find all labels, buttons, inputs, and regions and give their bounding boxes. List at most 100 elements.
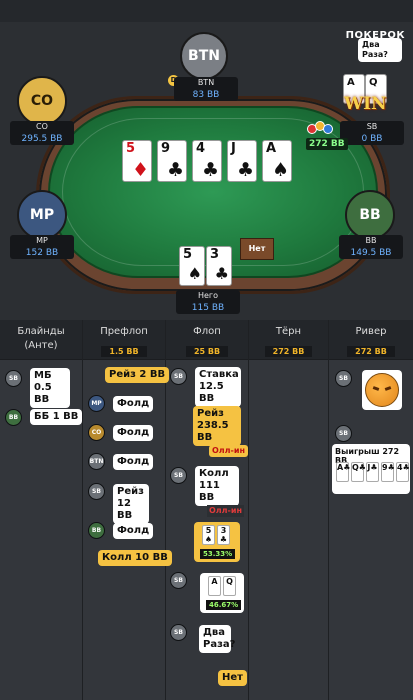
board-card-3-suit: ♣ [201,159,219,181]
river-sb-win-icon: SB [335,425,352,442]
board-card-4-suit: ♣ [236,159,254,181]
sb-card-1-rank: A [347,77,355,88]
preflop-co-icon: CO [88,424,105,441]
history-col-river-header: Ривер 272 BB [329,320,413,360]
seat-hero-stack: 115 BB [191,303,225,313]
preflop-action-1: Рейз 2 BB [105,367,170,383]
flop-sb-card-2: Q [223,576,236,596]
board-card-3: 4 ♣ [192,140,222,182]
seat-mp-avatar[interactable]: MP [17,190,67,240]
flop-sb-card-1: A [208,576,221,596]
flop-hero-card-1: 5 ♠ [202,525,215,545]
history-col-river-pot: 272 BB [347,346,395,357]
flop-sb-hand-icon: SB [170,572,187,589]
history-col-flop-title: Флоп [193,326,221,337]
hero-chat-bubble: Нет [240,238,274,260]
flop-sb-call-action: Колл 111 BB [195,466,239,506]
flop-sb-call-icon: SB [170,467,187,484]
seat-bb-name: BB [365,236,377,245]
board-card-4-rank: J [231,141,236,156]
board-card-5: A ♠ [262,140,292,182]
flop-sb-chat: Два Раза? [199,625,235,653]
hero-card-2: 3 ♣ [206,246,232,286]
flop-sb-equity: 46.67% [206,600,242,610]
blinds-bb-icon: BB [5,409,22,426]
seat-bb-avatar[interactable]: BB [345,190,395,240]
preflop-mp-action: Фолд [113,396,154,412]
board-card-2: 9 ♣ [157,140,187,182]
seat-co-name: CO [36,122,48,131]
board-card-2-suit: ♣ [166,159,184,181]
hero-card-1-suit: ♠ [187,264,202,283]
seat-sb-stack: 0 BB [361,134,383,144]
board-card-1-rank: 5 [126,141,136,156]
hero-card-1: 5 ♠ [179,246,205,286]
history-col-flop-header: Флоп 25 BB [166,320,248,360]
seat-co-stack: 295.5 BB [21,134,63,144]
pot-amount: 272 BB [306,138,348,150]
hero-card-2-rank: 3 [210,247,220,262]
blinds-sb-icon: SB [5,370,22,387]
preflop-co-action: Фолд [113,425,154,441]
seat-mp-label: MP [29,207,55,223]
seat-btn-avatar[interactable]: BTN [180,32,228,80]
seat-bb-stack: 149.5 BB [350,248,392,258]
river-win-card-1: A♣ [336,462,350,482]
board-card-1: 5 ♦ [122,140,152,182]
history-col-flop-pot: 25 BB [185,346,229,357]
seat-btn-name: BTN [197,78,215,87]
history-col-turn-title: Тёрн [275,326,302,337]
board-card-5-rank: A [266,141,277,156]
river-emoji-box [362,370,402,410]
seat-btn-label: BTN [188,48,220,64]
seat-mp-name: MP [36,236,48,245]
flop-raise-action: Рейз 238.5 BB [193,406,241,446]
flop-allin-tag-2: Олл-ин [207,505,244,517]
board-card-4: J ♣ [227,140,257,182]
history-col-turn: Тёрн 272 BB [249,320,329,700]
river-win-card-4: 9♣ [381,462,395,482]
history-col-preflop-title: Префлоп [100,326,148,337]
board-card-5-suit: ♠ [271,159,289,181]
history-col-preflop-pot: 1.5 BB [101,346,147,357]
preflop-bb-action: Фолд [113,523,154,539]
river-win-card-5: 4♣ [396,462,410,482]
flop-sb-chat-icon: SB [170,624,187,641]
preflop-btn-icon: BTN [88,453,105,470]
sb-win-badge: WIN [344,94,387,114]
history-col-blinds-header: Блайнды (Анте) [0,320,82,360]
preflop-bb-icon: BB [88,522,105,539]
seat-co-avatar[interactable]: CO [17,76,67,126]
seat-btn-stack: 83 BB [192,90,220,100]
board-card-3-rank: 4 [196,141,206,156]
top-bar [0,0,413,22]
history-col-preflop-header: Префлоп 1.5 BB [83,320,165,360]
seat-btn-plate: BTN 83 BB [174,77,238,101]
history-col-turn-pot: 272 BB [264,346,313,357]
flop-hero-hand: 5 ♠ 3 ♣ 53.33% [194,522,240,562]
river-win-card-3: J♣ [366,462,379,482]
sb-chat-bubble: Два Раза? [358,38,402,62]
board-card-1-suit: ♦ [131,159,149,181]
seat-co-label: CO [30,93,54,109]
flop-sb-bet-icon: SB [170,368,187,385]
pot-chips-icon [305,120,339,136]
preflop-mp-icon: MP [88,395,105,412]
seat-sb-plate: SB 0 BB [340,121,404,145]
preflop-sb-icon: SB [88,483,105,500]
hero-card-2-suit: ♣ [214,264,229,283]
seat-sb-name: SB [366,122,378,131]
preflop-btn-action: Фолд [113,454,154,470]
preflop-call-action: Колл 10 BB [98,550,172,566]
seat-hero-plate: Него 115 BB [176,290,240,314]
seat-co-plate: CO 295.5 BB [10,121,74,145]
seat-bb-label: BB [359,207,381,223]
history-col-turn-header: Тёрн 272 BB [249,320,328,360]
flop-sb-hand: A Q 46.67% [200,573,244,613]
river-win-box: Выигрыш 272 BB A♣ Q♣ J♣ 9♣ 4♣ [332,444,410,494]
flop-allin-tag-1: Олл-ин [209,445,248,457]
flop-hero-chat: Нет [218,670,247,686]
flop-sb-bet-action: Ставка 12.5 BB [195,367,241,407]
flop-hero-equity: 53.33% [200,549,236,559]
blinds-sb-action: МБ 0.5 BB [30,368,70,408]
